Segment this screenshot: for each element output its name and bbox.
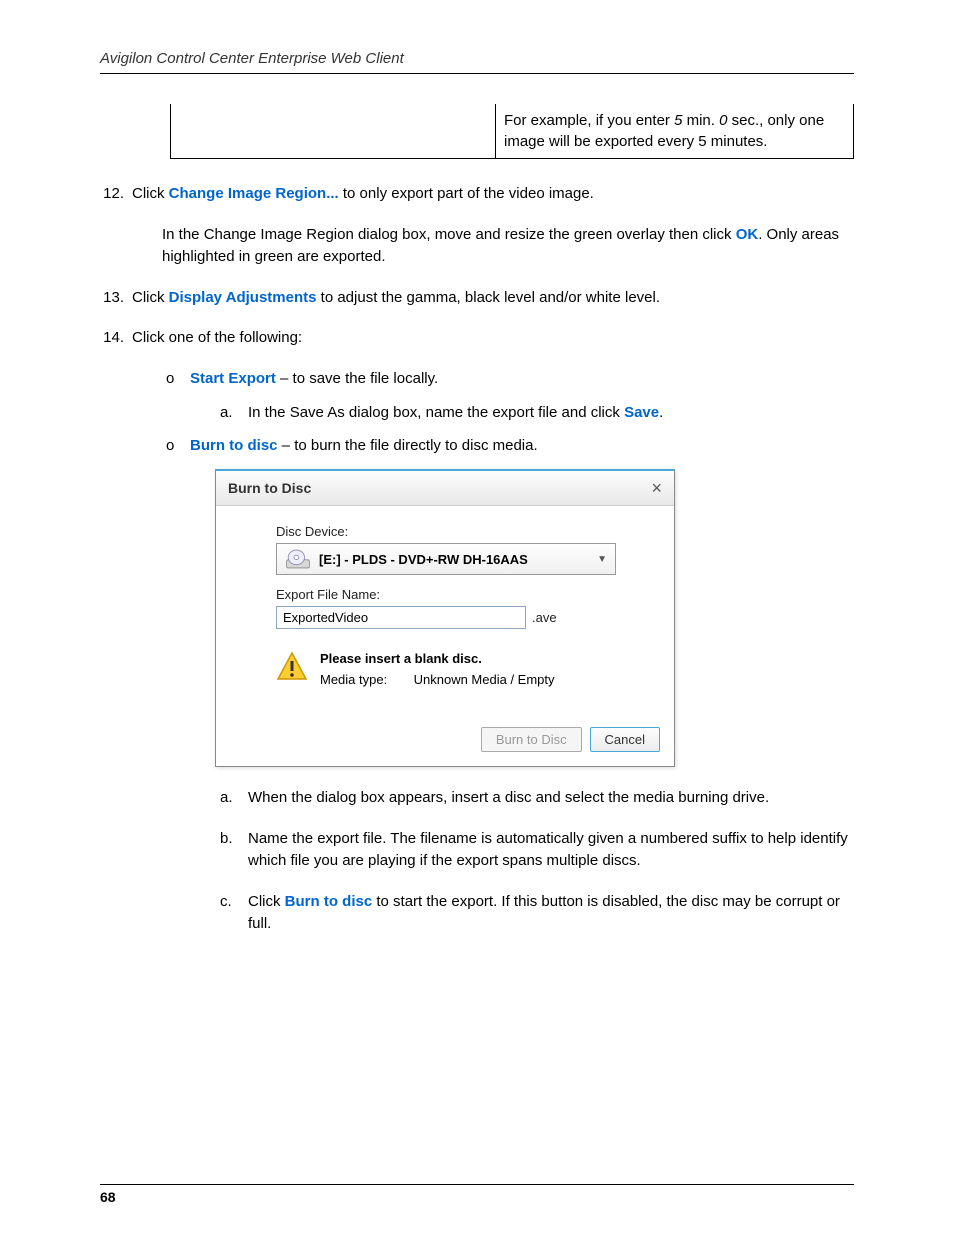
text: Name the export file. The filename is au…: [248, 828, 854, 873]
link-burn-to-disc[interactable]: Burn to disc: [190, 437, 278, 454]
sub-start-export: o Start Export – to save the file locall…: [162, 368, 854, 391]
link-burn-to-disc-inline[interactable]: Burn to disc: [285, 893, 373, 910]
text: In the Change Image Region dialog box, m…: [162, 226, 736, 243]
text: In the Save As dialog box, name the expo…: [248, 404, 624, 421]
disc-device-select[interactable]: [E:] - PLDS - DVD+-RW DH-16AAS ▼: [276, 543, 616, 575]
dialog: Burn to Disc × Disc Device: [E:] - PLDS …: [215, 469, 675, 767]
text: to adjust the gamma, black level and/or …: [316, 289, 660, 306]
bullet: o: [162, 368, 190, 391]
step-12: 12. Click Change Image Region... to only…: [100, 183, 854, 206]
sub-a-save-as: a. In the Save As dialog box, name the e…: [220, 402, 854, 425]
filename-input[interactable]: [276, 606, 526, 629]
text: – to burn the file directly to disc medi…: [278, 437, 538, 454]
close-icon[interactable]: ×: [651, 479, 662, 497]
text: When the dialog box appears, insert a di…: [248, 787, 854, 810]
step-12-detail: In the Change Image Region dialog box, m…: [162, 224, 854, 269]
table-row: For example, if you enter 5 min. 0 sec.,…: [170, 104, 854, 159]
link-start-export[interactable]: Start Export: [190, 370, 276, 387]
marker: c.: [220, 891, 248, 936]
text: Click: [132, 289, 169, 306]
step-14: 14. Click one of the following:: [100, 327, 854, 350]
text: Click: [132, 185, 169, 202]
text: For example, if you enter: [504, 112, 674, 129]
link-display-adjustments[interactable]: Display Adjustments: [169, 289, 317, 306]
media-type-value: Unknown Media / Empty: [414, 672, 555, 687]
text: – to save the file locally.: [276, 370, 438, 387]
link-ok[interactable]: OK: [736, 226, 759, 243]
table-cell-empty: [170, 104, 495, 158]
step-13: 13. Click Display Adjustments to adjust …: [100, 287, 854, 310]
disc-device-value: [E:] - PLDS - DVD+-RW DH-16AAS: [319, 552, 589, 567]
text: to only export part of the video image.: [339, 185, 594, 202]
media-type-label: Media type:: [320, 672, 410, 687]
running-header: Avigilon Control Center Enterprise Web C…: [100, 50, 854, 74]
file-extension: .ave: [532, 610, 557, 625]
disc-drive-icon: [285, 548, 311, 570]
link-change-image-region[interactable]: Change Image Region...: [169, 185, 339, 202]
dialog-title: Burn to Disc: [228, 480, 311, 496]
text: Click one of the following:: [132, 327, 854, 350]
step-number: 13.: [100, 287, 132, 310]
text: Click: [248, 893, 285, 910]
warning-icon: [276, 651, 308, 683]
page-number: 68: [100, 1189, 116, 1205]
step-number: 12.: [100, 183, 132, 206]
table-cell-example: For example, if you enter 5 min. 0 sec.,…: [495, 104, 854, 158]
text: min.: [682, 112, 719, 129]
bullet: o: [162, 435, 190, 458]
text: .: [659, 404, 663, 421]
disc-device-label: Disc Device:: [276, 524, 644, 539]
dropdown-caret-icon: ▼: [597, 554, 607, 565]
dialog-titlebar: Burn to Disc ×: [216, 471, 674, 506]
warning-title: Please insert a blank disc.: [320, 651, 555, 666]
marker: a.: [220, 787, 248, 810]
marker: b.: [220, 828, 248, 873]
filename-label: Export File Name:: [276, 587, 644, 602]
sub-burn-to-disc: o Burn to disc – to burn the file direct…: [162, 435, 854, 458]
link-save[interactable]: Save: [624, 404, 659, 421]
cancel-button[interactable]: Cancel: [590, 727, 660, 752]
sub-a-insert-disc: a. When the dialog box appears, insert a…: [220, 787, 854, 810]
step-number: 14.: [100, 327, 132, 350]
sub-b-name-file: b. Name the export file. The filename is…: [220, 828, 854, 873]
marker: a.: [220, 402, 248, 425]
burn-to-disc-dialog-screenshot: Burn to Disc × Disc Device: [E:] - PLDS …: [215, 469, 854, 767]
sub-c-click-burn: c. Click Burn to disc to start the expor…: [220, 891, 854, 936]
page-footer: 68: [100, 1184, 854, 1205]
burn-to-disc-button[interactable]: Burn to Disc: [481, 727, 582, 752]
